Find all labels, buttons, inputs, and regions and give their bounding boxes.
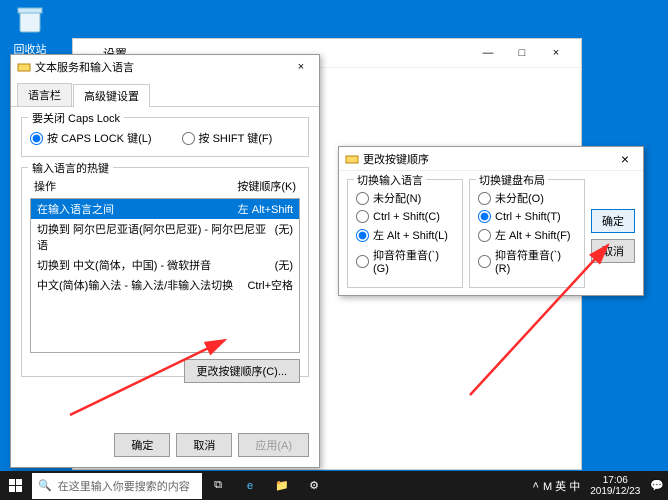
apply-button[interactable]: 应用(A): [238, 433, 309, 457]
search-icon: 🔍: [38, 479, 52, 492]
opt-grave-r[interactable]: 抑音符重音(`)(R): [478, 247, 576, 275]
switch-input-lang-title: 切换输入语言: [354, 172, 426, 188]
close-icon[interactable]: ×: [289, 61, 313, 73]
ok-button[interactable]: 确定: [591, 209, 635, 233]
capslock-opt-capslock[interactable]: 按 CAPS LOCK 键(L): [30, 130, 152, 146]
opt-unassigned-n[interactable]: 未分配(N): [356, 190, 454, 206]
capslock-opt-shift[interactable]: 按 SHIFT 键(F): [182, 130, 273, 146]
cancel-button[interactable]: 取消: [176, 433, 232, 457]
cancel-button[interactable]: 取消: [591, 239, 635, 263]
dialog-title: 文本服务和输入语言: [35, 59, 134, 75]
ok-button[interactable]: 确定: [114, 433, 170, 457]
tab-advanced-keys[interactable]: 高级键设置: [73, 84, 150, 107]
maximize-button[interactable]: □: [505, 41, 539, 65]
keyboard-icon: [17, 60, 31, 74]
hotkey-group-title: 输入语言的热键: [28, 160, 113, 176]
opt-ctrl-shift-t[interactable]: Ctrl + Shift(T): [478, 210, 576, 223]
search-input[interactable]: 🔍 在这里输入你要搜索的内容: [32, 473, 202, 499]
opt-alt-shift-f[interactable]: 左 Alt + Shift(F): [478, 227, 576, 243]
keyboard-icon: [345, 152, 359, 166]
opt-alt-shift-l[interactable]: 左 Alt + Shift(L): [356, 227, 454, 243]
change-key-sequence-dialog: 更改按键顺序 × 切换输入语言 未分配(N) Ctrl + Shift(C) 左…: [338, 146, 644, 296]
list-item: 在输入语言之间左 Alt+Shift: [31, 199, 299, 219]
opt-unassigned-o[interactable]: 未分配(O): [478, 190, 576, 206]
settings-icon[interactable]: ⚙: [298, 471, 330, 500]
col-keys: 按键顺序(K): [237, 178, 296, 194]
notifications-icon[interactable]: 💬: [650, 479, 664, 492]
col-action: 操作: [34, 178, 56, 194]
list-item: 切换到 阿尔巴尼亚语(阿尔巴尼亚) - 阿尔巴尼亚语(无): [31, 219, 299, 255]
text-services-dialog: 文本服务和输入语言 × 语言栏 高级键设置 要关闭 Caps Lock 按 CA…: [10, 54, 320, 468]
opt-grave-g[interactable]: 抑音符重音(`)(G): [356, 247, 454, 275]
change-sequence-button[interactable]: 更改按键顺序(C)...: [184, 359, 300, 383]
list-item: 中文(简体)输入法 - 输入法/非输入法切换Ctrl+空格: [31, 275, 299, 295]
close-button[interactable]: ×: [539, 41, 573, 65]
switch-kb-layout-title: 切换键盘布局: [476, 172, 548, 188]
taskbar: 🔍 在这里输入你要搜索的内容 ⧉ e 📁 ⚙ ˄ M 英 中 17:06 201…: [0, 471, 668, 500]
explorer-icon[interactable]: 📁: [266, 471, 298, 500]
tray-ime[interactable]: M 英 中: [543, 478, 580, 494]
recycle-bin[interactable]: 回收站: [10, 6, 50, 57]
tab-language-bar[interactable]: 语言栏: [17, 83, 72, 106]
task-view-icon[interactable]: ⧉: [202, 471, 234, 500]
clock[interactable]: 17:06 2019/12/23: [584, 475, 646, 497]
tray-chevron-icon[interactable]: ˄: [533, 480, 539, 492]
minimize-button[interactable]: —: [471, 41, 505, 65]
capslock-group-title: 要关闭 Caps Lock: [28, 110, 124, 126]
dialog-title: 更改按键顺序: [363, 151, 429, 167]
edge-icon[interactable]: e: [234, 471, 266, 500]
hotkey-list[interactable]: 在输入语言之间左 Alt+Shift 切换到 阿尔巴尼亚语(阿尔巴尼亚) - 阿…: [30, 198, 300, 353]
start-button[interactable]: [0, 471, 32, 500]
list-item: 切换到 中文(简体，中国) - 微软拼音(无): [31, 255, 299, 275]
opt-ctrl-shift-c[interactable]: Ctrl + Shift(C): [356, 210, 454, 223]
close-icon[interactable]: ×: [613, 151, 637, 167]
